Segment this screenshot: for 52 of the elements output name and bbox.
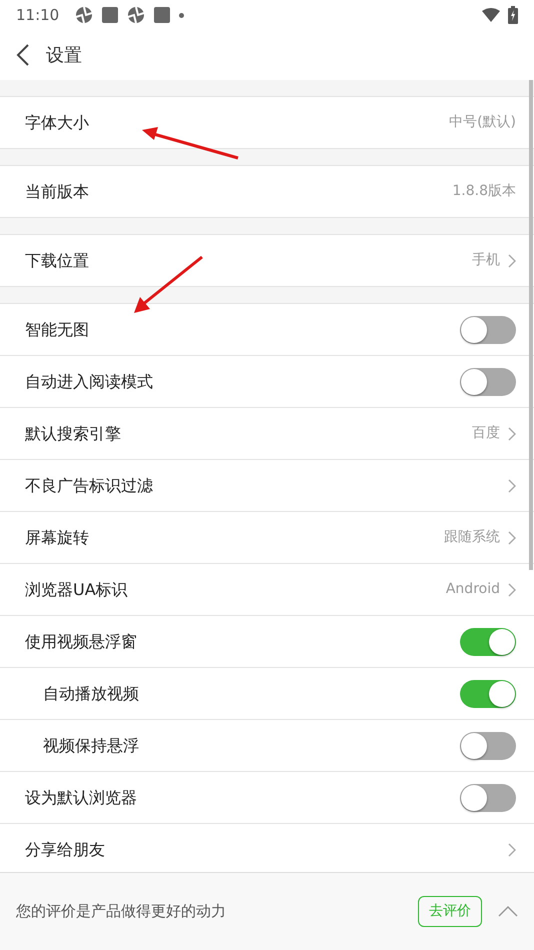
- wifi-icon: [482, 8, 500, 22]
- setting-label: 不良广告标识过滤: [25, 474, 153, 496]
- setting-value: 百度: [472, 424, 500, 443]
- scrollbar[interactable]: [529, 80, 533, 570]
- annotation-arrow: [132, 255, 204, 315]
- settings-row[interactable]: 浏览器UA标识 Android: [0, 564, 534, 616]
- setting-label: 分享给朋友: [25, 838, 105, 860]
- settings-row[interactable]: 自动进入阅读模式: [0, 356, 534, 408]
- setting-value: Android: [446, 580, 500, 599]
- setting-label: 字体大小: [25, 112, 89, 134]
- setting-label: 视频保持悬浮: [43, 734, 139, 756]
- setting-label: 使用视频悬浮窗: [25, 630, 137, 652]
- toggle-switch[interactable]: [460, 732, 516, 760]
- rating-prompt: 您的评价是产品做得更好的动力: [16, 901, 226, 922]
- chevron-icon: [508, 842, 516, 856]
- app-icon: [127, 6, 146, 24]
- chevron-icon: [508, 582, 516, 596]
- collapse-icon[interactable]: [498, 906, 518, 917]
- app-icon: [101, 6, 120, 24]
- toggle-switch[interactable]: [460, 680, 516, 708]
- chevron-icon: [508, 478, 516, 492]
- setting-label: 自动播放视频: [43, 682, 139, 704]
- page-title: 设置: [46, 44, 82, 68]
- app-icon: [75, 6, 94, 24]
- settings-row[interactable]: 设为默认浏览器: [0, 772, 534, 824]
- chevron-icon: [508, 426, 516, 440]
- setting-label: 智能无图: [25, 318, 89, 340]
- setting-label: 自动进入阅读模式: [25, 370, 153, 392]
- back-button[interactable]: [16, 44, 30, 66]
- chevron-icon: [508, 254, 516, 268]
- status-time: 11:10: [16, 4, 60, 26]
- toggle-switch[interactable]: [460, 784, 516, 812]
- setting-value: 1.8.8版本: [452, 182, 516, 201]
- toggle-switch[interactable]: [460, 628, 516, 656]
- battery-icon: [508, 6, 518, 24]
- setting-value: 跟随系统: [444, 528, 500, 547]
- setting-label: 当前版本: [25, 180, 89, 202]
- toggle-switch[interactable]: [460, 316, 516, 344]
- chevron-icon: [508, 530, 516, 544]
- app-icon: [153, 6, 172, 24]
- setting-value: 手机: [472, 251, 500, 270]
- dot-icon: [179, 12, 184, 18]
- setting-label: 设为默认浏览器: [25, 786, 137, 808]
- settings-row[interactable]: 使用视频悬浮窗: [0, 616, 534, 668]
- setting-label: 屏幕旋转: [25, 526, 89, 548]
- toggle-switch[interactable]: [460, 368, 516, 396]
- setting-value: 中号(默认): [449, 113, 516, 132]
- settings-row[interactable]: 视频保持悬浮: [0, 720, 534, 772]
- setting-label: 浏览器UA标识: [25, 578, 128, 600]
- setting-label: 默认搜索引擎: [25, 422, 121, 444]
- setting-label: 下载位置: [25, 250, 89, 272]
- settings-row[interactable]: 自动播放视频: [0, 668, 534, 720]
